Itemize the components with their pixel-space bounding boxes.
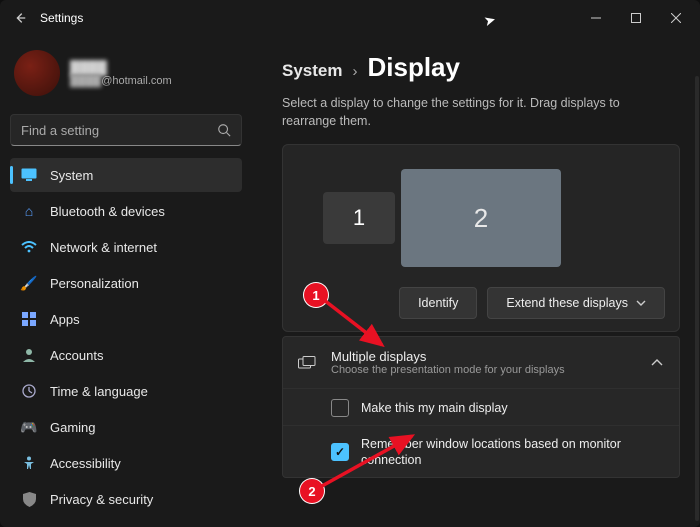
sidebar-item-privacy[interactable]: Privacy & security <box>10 482 242 516</box>
sidebar-item-accessibility[interactable]: Accessibility <box>10 446 242 480</box>
arrow-left-icon <box>13 11 27 25</box>
close-button[interactable] <box>656 2 696 34</box>
extend-dropdown[interactable]: Extend these displays <box>487 287 665 319</box>
sidebar-item-label: System <box>50 168 93 183</box>
person-icon <box>20 346 38 364</box>
titlebar: Settings <box>0 0 700 36</box>
profile-email: ████@hotmail.com <box>70 75 172 87</box>
breadcrumb: System › Display <box>282 52 680 83</box>
option-label: Remember window locations based on monit… <box>361 436 663 469</box>
sidebar-item-gaming[interactable]: 🎮 Gaming <box>10 410 242 444</box>
search-input[interactable] <box>21 123 217 138</box>
profile-name: ████ <box>70 60 172 75</box>
sidebar-item-label: Time & language <box>50 384 148 399</box>
avatar <box>14 50 60 96</box>
monitor-layout[interactable]: 1 2 <box>297 163 665 273</box>
settings-window: Settings ████ ████@hotmail.com System <box>0 0 700 527</box>
sidebar-item-label: Accessibility <box>50 456 121 471</box>
scrollbar[interactable] <box>695 76 699 521</box>
chevron-down-icon <box>636 300 646 306</box>
maximize-button[interactable] <box>616 2 656 34</box>
search-icon <box>217 123 231 137</box>
monitor-1[interactable]: 1 <box>323 192 395 244</box>
display-arrangement-box: 1 2 Identify Extend these displays <box>282 144 680 332</box>
clock-icon <box>20 382 38 400</box>
card-title: Multiple displays <box>331 349 637 364</box>
checkbox-make-main[interactable] <box>331 399 349 417</box>
sidebar-item-time[interactable]: Time & language <box>10 374 242 408</box>
window-title: Settings <box>40 11 83 25</box>
multiple-displays-card: Multiple displays Choose the presentatio… <box>282 336 680 478</box>
sidebar-item-accounts[interactable]: Accounts <box>10 338 242 372</box>
gamepad-icon: 🎮 <box>20 418 38 436</box>
bluetooth-icon: ⌂ <box>20 202 38 220</box>
sidebar-item-label: Network & internet <box>50 240 157 255</box>
apps-icon <box>20 310 38 328</box>
wifi-icon <box>20 238 38 256</box>
checkbox-remember[interactable] <box>331 443 349 461</box>
sidebar-item-label: Gaming <box>50 420 96 435</box>
displays-icon <box>297 356 317 370</box>
multiple-displays-header[interactable]: Multiple displays Choose the presentatio… <box>283 337 679 388</box>
sidebar-item-label: Bluetooth & devices <box>50 204 165 219</box>
option-remember-locations[interactable]: Remember window locations based on monit… <box>283 425 679 477</box>
minimize-button[interactable] <box>576 2 616 34</box>
maximize-icon <box>631 13 641 23</box>
sidebar-item-label: Personalization <box>50 276 139 291</box>
page-title: Display <box>367 52 460 83</box>
sidebar-item-label: Apps <box>50 312 80 327</box>
sidebar-item-label: Accounts <box>50 348 103 363</box>
sidebar-item-label: Privacy & security <box>50 492 153 507</box>
sidebar-item-bluetooth[interactable]: ⌂ Bluetooth & devices <box>10 194 242 228</box>
sidebar: ████ ████@hotmail.com System ⌂ Bluetooth… <box>0 36 252 527</box>
main-content: System › Display Select a display to cha… <box>252 36 700 527</box>
search-box[interactable] <box>10 114 242 146</box>
card-subtitle: Choose the presentation mode for your di… <box>331 364 637 376</box>
identify-button[interactable]: Identify <box>399 287 477 319</box>
page-subtitle: Select a display to change the settings … <box>282 95 662 130</box>
option-label: Make this my main display <box>361 400 508 416</box>
shield-icon <box>20 490 38 508</box>
sidebar-item-apps[interactable]: Apps <box>10 302 242 336</box>
monitor-2[interactable]: 2 <box>401 169 561 267</box>
profile-block[interactable]: ████ ████@hotmail.com <box>10 44 242 108</box>
accessibility-icon <box>20 454 38 472</box>
chevron-up-icon <box>651 359 663 367</box>
close-icon <box>671 13 681 23</box>
breadcrumb-parent[interactable]: System <box>282 61 342 81</box>
back-button[interactable] <box>4 2 36 34</box>
sidebar-item-system[interactable]: System <box>10 158 242 192</box>
sidebar-item-personalization[interactable]: 🖌️ Personalization <box>10 266 242 300</box>
minimize-icon <box>591 13 601 23</box>
option-make-main[interactable]: Make this my main display <box>283 388 679 425</box>
monitor-icon <box>20 166 38 184</box>
sidebar-item-network[interactable]: Network & internet <box>10 230 242 264</box>
paintbrush-icon: 🖌️ <box>20 274 38 292</box>
chevron-right-icon: › <box>352 63 357 80</box>
